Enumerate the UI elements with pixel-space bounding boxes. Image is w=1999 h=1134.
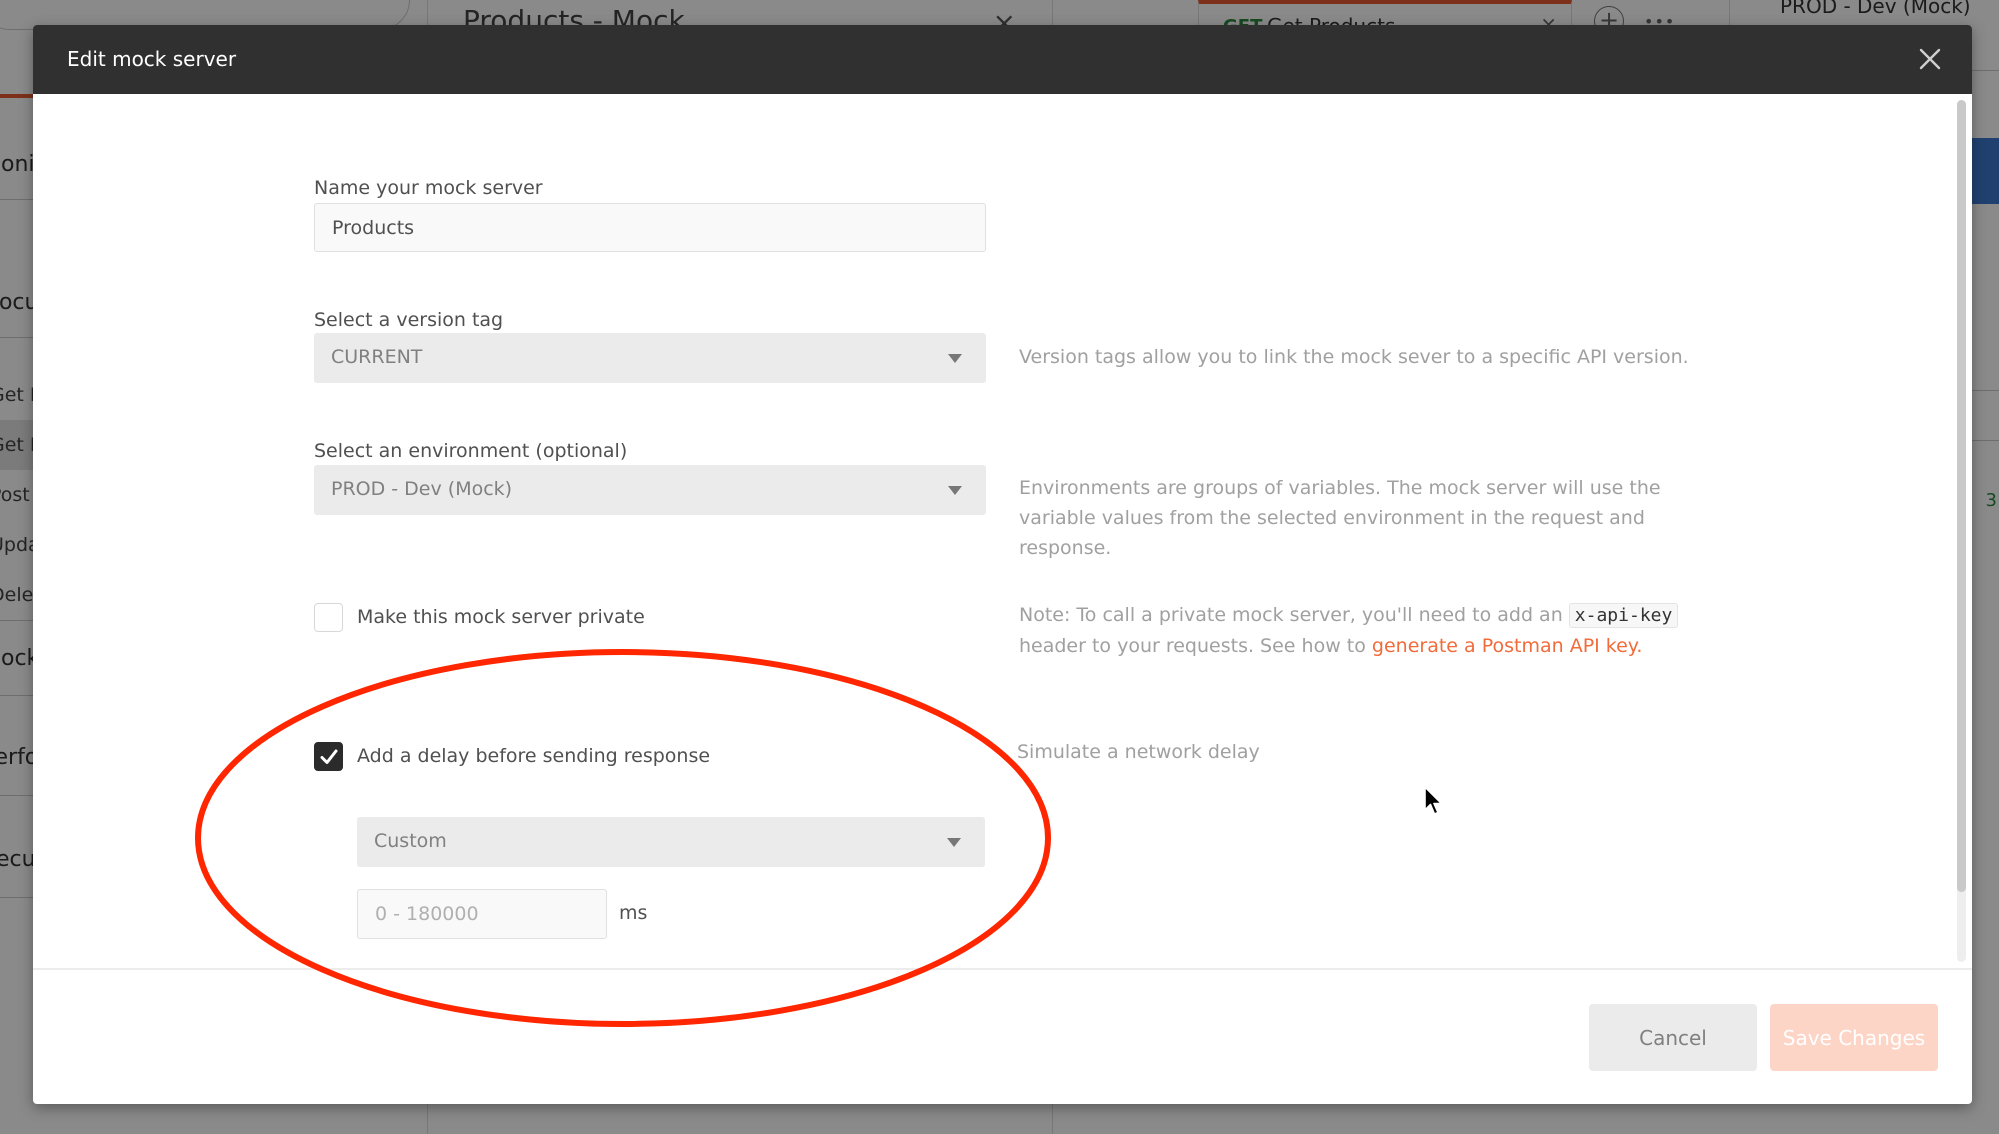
caret-down-icon bbox=[947, 838, 961, 847]
modal-title: Edit mock server bbox=[67, 47, 237, 71]
environment-select[interactable]: PROD - Dev (Mock) bbox=[314, 465, 986, 515]
environment-selected-value: PROD - Dev (Mock) bbox=[331, 478, 513, 500]
generate-api-key-link[interactable]: generate a Postman API key. bbox=[1372, 635, 1642, 657]
mock-server-name-input[interactable] bbox=[314, 203, 986, 252]
environment-help: Environments are groups of variables. Th… bbox=[1019, 477, 1661, 559]
save-changes-button[interactable]: Save Changes bbox=[1770, 1004, 1938, 1071]
delay-checkbox[interactable] bbox=[314, 742, 343, 771]
checkmark-icon bbox=[320, 749, 338, 764]
edit-mock-server-dialog: Edit mock server Name your mock server S… bbox=[33, 25, 1972, 1104]
version-tag-help: Version tags allow you to link the mock … bbox=[1019, 346, 1689, 368]
private-checkbox-label[interactable]: Make this mock server private bbox=[357, 606, 645, 628]
cancel-button[interactable]: Cancel bbox=[1589, 1004, 1757, 1071]
scrollbar[interactable] bbox=[1957, 100, 1966, 962]
private-note: Note: To call a private mock server, you… bbox=[1019, 600, 1739, 661]
private-checkbox[interactable] bbox=[314, 603, 343, 632]
caret-down-icon bbox=[948, 486, 962, 495]
close-button[interactable] bbox=[1910, 39, 1950, 79]
scrollbar-thumb[interactable] bbox=[1957, 100, 1966, 892]
private-note-text: Note: To call a private mock server, you… bbox=[1019, 604, 1563, 626]
delay-help: Simulate a network delay bbox=[1017, 741, 1260, 763]
close-icon bbox=[1919, 48, 1941, 70]
api-key-header-code: x-api-key bbox=[1568, 603, 1679, 628]
private-note-text-2: header to your requests. See how to bbox=[1019, 635, 1366, 657]
delay-ms-input[interactable] bbox=[357, 889, 607, 939]
name-label: Name your mock server bbox=[314, 177, 543, 199]
modal-footer: Cancel Save Changes bbox=[33, 968, 1972, 1104]
modal-header: Edit mock server bbox=[33, 25, 1972, 94]
version-tag-select[interactable]: CURRENT bbox=[314, 333, 986, 383]
environment-label: Select an environment (optional) bbox=[314, 440, 628, 462]
delay-type-select[interactable]: Custom bbox=[357, 817, 985, 867]
caret-down-icon bbox=[948, 354, 962, 363]
delay-checkbox-label[interactable]: Add a delay before sending response bbox=[357, 745, 710, 767]
modal-body: Name your mock server Select a version t… bbox=[33, 94, 1972, 968]
delay-unit-label: ms bbox=[619, 902, 648, 924]
version-tag-label: Select a version tag bbox=[314, 309, 504, 331]
version-tag-selected-value: CURRENT bbox=[331, 346, 423, 368]
delay-type-selected-value: Custom bbox=[374, 830, 447, 852]
